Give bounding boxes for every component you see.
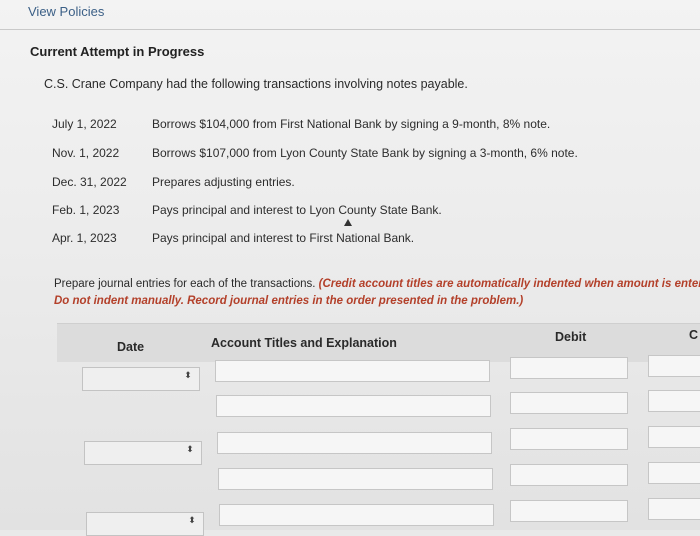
debit-input[interactable]	[510, 464, 628, 486]
transaction-description: Pays principal and interest to First Nat…	[152, 231, 415, 245]
transaction-date: Nov. 1, 2022	[52, 146, 120, 160]
debit-input[interactable]	[510, 392, 628, 414]
problem-intro: C.S. Crane Company had the following tra…	[44, 77, 468, 91]
instructions-emphasis-line1: (Credit account titles are automatically…	[318, 278, 700, 290]
account-title-input[interactable]	[215, 360, 490, 382]
instructions-text: Prepare journal entries for each of the …	[54, 278, 319, 290]
transaction-date: Feb. 1, 2023	[52, 203, 120, 217]
debit-input[interactable]	[510, 500, 628, 522]
account-title-input[interactable]	[218, 468, 493, 490]
transaction-date: Dec. 31, 2022	[52, 175, 127, 189]
credit-input[interactable]	[648, 426, 700, 448]
credit-input[interactable]	[648, 462, 700, 484]
date-select[interactable]: ⬍	[82, 367, 200, 391]
account-title-input[interactable]	[217, 432, 492, 454]
transaction-description: Prepares adjusting entries.	[152, 175, 295, 189]
instructions: Prepare journal entries for each of the …	[54, 276, 700, 310]
transaction-date: Apr. 1, 2023	[52, 231, 117, 245]
credit-column-header: C	[689, 328, 699, 342]
transaction-description: Borrows $107,000 from Lyon County State …	[152, 146, 578, 160]
debit-input[interactable]	[510, 428, 628, 450]
transaction-description: Pays principal and interest to Lyon Coun…	[152, 203, 442, 217]
account-title-input[interactable]	[216, 395, 491, 417]
select-arrows-icon: ⬍	[184, 370, 192, 380]
debit-column-header: Debit	[555, 330, 587, 344]
transaction-description: Borrows $104,000 from First National Ban…	[152, 117, 551, 131]
credit-input[interactable]	[648, 355, 700, 377]
credit-input[interactable]	[648, 498, 700, 520]
mouse-cursor-icon	[344, 219, 352, 226]
date-select[interactable]: ⬍	[86, 512, 204, 536]
view-policies-link[interactable]: View Policies	[28, 4, 104, 19]
attempt-title: Current Attempt in Progress	[30, 44, 205, 59]
transaction-date: July 1, 2022	[52, 117, 117, 131]
date-column-header: Date	[117, 340, 145, 354]
instructions-emphasis-line2: Do not indent manually. Record journal e…	[54, 295, 524, 307]
debit-input[interactable]	[510, 357, 628, 379]
header-divider	[0, 29, 700, 30]
account-title-input[interactable]	[219, 504, 494, 526]
select-arrows-icon: ⬍	[186, 444, 194, 454]
credit-input[interactable]	[648, 390, 700, 412]
date-select[interactable]: ⬍	[84, 441, 202, 465]
select-arrows-icon: ⬍	[188, 515, 196, 525]
account-column-header: Account Titles and Explanation	[211, 336, 397, 350]
